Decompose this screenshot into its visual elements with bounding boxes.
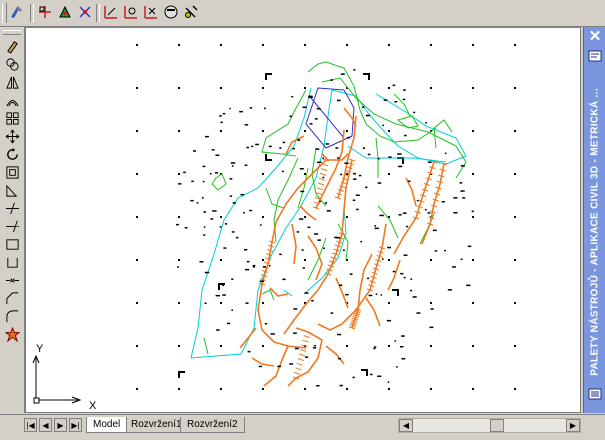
drawing-canvas[interactable]: Y X — [25, 27, 581, 413]
palette-properties-icon[interactable] — [587, 49, 603, 63]
chamfer-icon[interactable] — [3, 289, 21, 307]
tab-model[interactable]: Model — [86, 417, 128, 433]
ucs-icon — [32, 354, 82, 404]
top-toolbar — [0, 0, 605, 27]
palette-menu-icon[interactable] — [587, 387, 603, 401]
modify-toolbar — [0, 27, 25, 413]
trim-icon[interactable] — [3, 199, 21, 217]
prev-tab-button[interactable]: ◀ — [39, 418, 52, 432]
array-icon[interactable] — [3, 109, 21, 127]
osnap-center-icon[interactable] — [122, 3, 140, 21]
scroll-thumb[interactable] — [490, 419, 504, 432]
blue-building — [305, 87, 355, 149]
fillet-icon[interactable] — [3, 307, 21, 325]
properties-icon[interactable] — [8, 3, 26, 21]
close-icon[interactable]: ✕ — [587, 29, 603, 45]
tab-rozvrzeni1[interactable]: Rozvržení1 — [124, 417, 189, 433]
viewport-corner-marks — [178, 73, 404, 378]
toolbar-grip[interactable] — [2, 3, 7, 23]
tab-rozvrzeni2[interactable]: Rozvržení2 — [180, 417, 245, 433]
scale-icon[interactable] — [3, 163, 21, 181]
first-tab-button[interactable]: |◀ — [24, 418, 37, 432]
toolbar-grip[interactable] — [3, 30, 21, 35]
osnap-endpoint-icon[interactable] — [36, 3, 54, 21]
stretch-icon[interactable] — [3, 181, 21, 199]
horizontal-scrollbar[interactable]: ◀ ▶ — [398, 418, 581, 433]
scroll-left-button[interactable]: ◀ — [399, 419, 413, 432]
osnap-quadrant-icon[interactable] — [142, 3, 160, 21]
rotate-icon[interactable] — [3, 145, 21, 163]
copy-icon[interactable] — [3, 55, 21, 73]
layout-tabs-bar: |◀ ◀ ▶ ▶| Model Rozvržení1 Rozvržení2 ◀ … — [0, 414, 605, 440]
offset-icon[interactable] — [3, 91, 21, 109]
osnap-extension-icon[interactable] — [102, 3, 120, 21]
drawing-area: Y X — [32, 44, 516, 412]
move-icon[interactable] — [3, 127, 21, 145]
scroll-right-button[interactable]: ▶ — [566, 419, 580, 432]
osnap-intersection-icon[interactable] — [76, 3, 94, 21]
ucs-x-label: X — [89, 400, 97, 412]
break-icon[interactable] — [3, 235, 21, 253]
extend-icon[interactable] — [3, 217, 21, 235]
erase-icon[interactable] — [3, 37, 21, 55]
last-tab-button[interactable]: ▶| — [69, 418, 82, 432]
palette-title: PALETY NÁSTROJŮ - APLIKACE CIVIL 3D - ME… — [589, 88, 601, 376]
cyan-boundary — [190, 87, 467, 359]
tool-palette: ✕ PALETY NÁSTROJŮ - APLIKACE CIVIL 3D - … — [583, 27, 605, 413]
join-icon[interactable] — [3, 271, 21, 289]
osnap-tangent-icon[interactable] — [162, 3, 180, 21]
green-contours — [203, 61, 467, 355]
ucs-y-label: Y — [36, 343, 44, 355]
mirror-icon[interactable] — [3, 73, 21, 91]
break-at-point-icon[interactable] — [3, 253, 21, 271]
next-tab-button[interactable]: ▶ — [54, 418, 67, 432]
explode-icon[interactable] — [3, 325, 21, 343]
osnap-none-icon[interactable] — [182, 3, 200, 21]
osnap-midpoint-icon[interactable] — [56, 3, 74, 21]
